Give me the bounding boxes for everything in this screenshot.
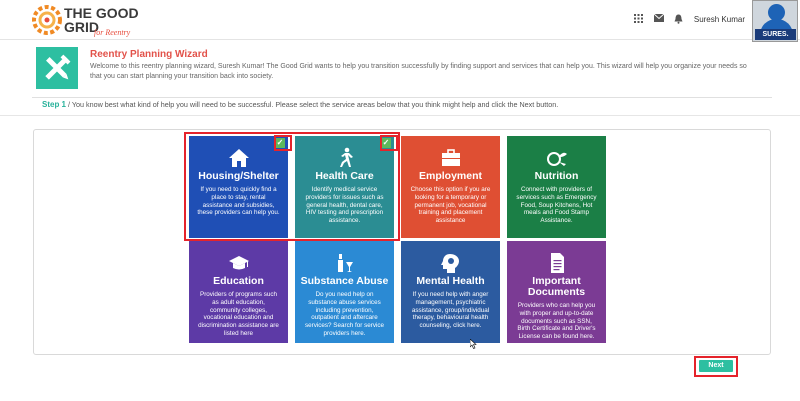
briefcase-icon [441, 149, 460, 166]
divider [32, 97, 772, 98]
tile-education[interactable]: Education Providers of programs such as a… [189, 241, 288, 343]
tile-title: Substance Abuse [300, 275, 389, 287]
step-instructions: Step 1 / You know best what kind of help… [42, 100, 558, 109]
user-name[interactable]: Suresh Kumar [694, 15, 745, 24]
top-icons: Suresh Kumar [634, 13, 745, 24]
tile-description: Providers of programs such as adult educ… [198, 291, 279, 337]
next-highlight [694, 356, 738, 377]
step-text: / You know best what kind of help you wi… [66, 100, 559, 109]
avatar[interactable]: SURES. [752, 0, 798, 42]
wizard-tools-icon [36, 47, 78, 89]
document-icon [550, 253, 564, 273]
grid-icon[interactable] [634, 14, 644, 24]
envelope-icon[interactable] [653, 13, 665, 24]
wizard-header: Reentry Planning Wizard Welcome to this … [36, 47, 766, 93]
tile-description: Choose this option if you are looking fo… [410, 186, 491, 225]
wizard-description: Welcome to this reentry planning wizard,… [90, 63, 747, 80]
step-label: Step 1 [42, 100, 67, 109]
selected-tiles-highlight [184, 132, 400, 241]
tile-important-documents[interactable]: Important Documents Providers who can hel… [507, 241, 606, 343]
logo-line1: THE GOOD [64, 5, 139, 21]
bell-icon[interactable] [674, 14, 684, 24]
tile-employment[interactable]: Employment Choose this option if you are … [401, 136, 500, 238]
tile-description: Connect with providers of services such … [516, 186, 597, 225]
the-good-grid-logo[interactable]: THE GOOD GRID for Reentry [32, 3, 142, 39]
avatar-badge: SURES. [755, 29, 796, 40]
mouse-cursor-icon [470, 339, 477, 349]
head-brain-icon [440, 254, 459, 273]
top-bar: THE GOOD GRID for Reentry Suresh Kumar S… [0, 0, 800, 42]
tile-title: Important Documents [527, 275, 586, 298]
gear-logo-icon [32, 5, 62, 35]
tile-title: Mental Health [416, 275, 485, 287]
divider [0, 115, 800, 116]
tile-description: If you need help with anger management, … [411, 291, 490, 330]
bottle-glass-icon [337, 254, 353, 272]
tile-title: Education [213, 275, 264, 287]
logo-tagline: for Reentry [94, 28, 131, 37]
tile-mental-health[interactable]: Mental Health If you need help with anger… [401, 241, 500, 343]
wizard-title: Reentry Planning Wizard [90, 49, 208, 60]
tile-nutrition[interactable]: Nutrition Connect with providers of servi… [507, 136, 606, 238]
tile-title: Employment [418, 170, 482, 182]
tile-substance-abuse[interactable]: Substance Abuse Do you need help on subst… [295, 241, 394, 343]
graduation-cap-icon [228, 256, 249, 270]
food-icon [546, 152, 567, 166]
tile-description: Providers who can help you with proper a… [517, 302, 596, 341]
tile-title: Nutrition [534, 170, 579, 182]
tile-description: Do you need help on substance abuse serv… [304, 291, 385, 337]
